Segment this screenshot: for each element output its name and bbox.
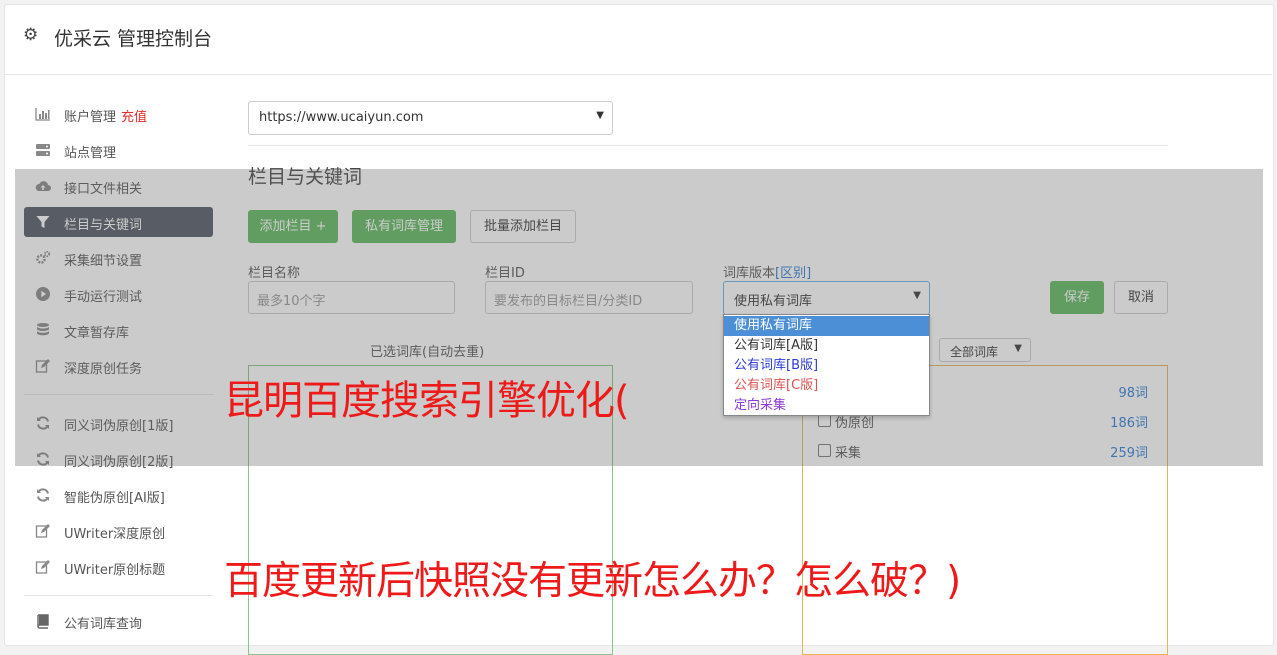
- edit-icon: [35, 559, 51, 575]
- lib-version-dropdown[interactable]: 使用私有词库 公有词库[A版] 公有词库[B版] 公有词库[C版] 定向采集: [723, 314, 930, 416]
- bar-chart-icon: [35, 106, 51, 122]
- sidebar-item-label: UWriter深度原创: [64, 527, 166, 542]
- page-title: 优采云 管理控制台: [54, 28, 213, 50]
- section-divider: [248, 145, 1168, 146]
- recharge-link[interactable]: 充值: [121, 110, 147, 125]
- sidebar-item-label: UWriter原创标题: [64, 563, 166, 578]
- book-icon: [35, 613, 51, 629]
- dropdown-option[interactable]: 使用私有词库: [724, 316, 929, 336]
- sidebar-item-uwriter-title[interactable]: UWriter原创标题: [24, 552, 213, 582]
- sidebar-item-label: 智能伪原创[AI版]: [64, 491, 165, 506]
- site-select[interactable]: https://www.ucaiyun.com ▼: [248, 101, 613, 135]
- sidebar-item-label: 账户管理: [64, 110, 117, 125]
- chevron-down-icon: ▼: [596, 110, 604, 121]
- dropdown-option[interactable]: 公有词库[B版]: [724, 356, 929, 376]
- sidebar-item-uwriter-deep[interactable]: UWriter深度原创: [24, 516, 213, 546]
- sidebar-divider: [24, 595, 213, 596]
- sidebar-item-sites[interactable]: 站点管理: [24, 135, 213, 165]
- sidebar-item-label: 公有词库查询: [64, 617, 143, 632]
- edit-icon: [35, 523, 51, 539]
- dropdown-option[interactable]: 定向采集: [724, 396, 929, 416]
- refresh-icon: [35, 487, 51, 503]
- watermark-line-1: 昆明百度搜索引擎优化(: [224, 378, 630, 424]
- watermark-line-2: 百度更新后快照没有更新怎么办？怎么破？): [224, 559, 961, 604]
- sidebar-item-ai-rewrite[interactable]: 智能伪原创[AI版]: [24, 480, 213, 510]
- gray-overlay: [15, 169, 1263, 466]
- sidebar-item-label: 站点管理: [64, 146, 117, 161]
- sidebar-item-public-lib[interactable]: 公有词库查询: [24, 606, 213, 636]
- gear-icon: ⚙: [23, 25, 39, 45]
- dropdown-option[interactable]: 公有词库[A版]: [724, 336, 929, 356]
- page-header: ⚙ 优采云 管理控制台: [4, 4, 1272, 75]
- sidebar-item-account[interactable]: 账户管理 充值: [24, 99, 213, 129]
- dropdown-option[interactable]: 公有词库[C版]: [724, 376, 929, 396]
- server-icon: [35, 142, 51, 158]
